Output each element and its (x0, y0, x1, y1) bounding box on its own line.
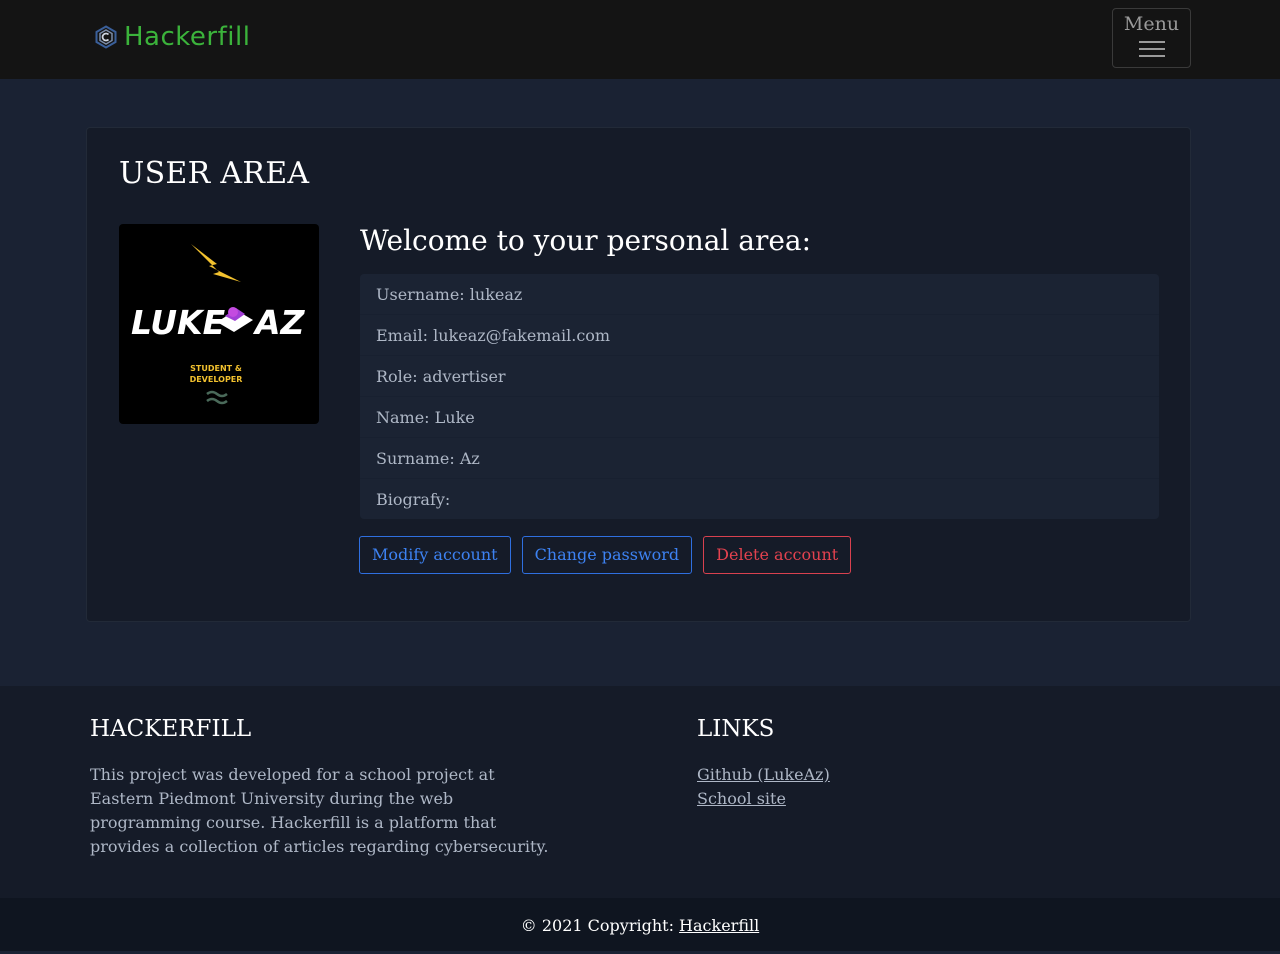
list-item: Github (LukeAz) (697, 763, 830, 787)
info-username: Username: lukeaz (360, 274, 1159, 315)
avatar: LUKE AZ STUDENT & DEVELOPER (119, 224, 319, 424)
menu-toggle-button[interactable]: Menu (1112, 8, 1191, 68)
footer-links-list: Github (LukeAz) School site (697, 763, 830, 811)
copyright-bar: © 2021 Copyright: Hackerfill (0, 898, 1280, 951)
hamburger-icon (1138, 41, 1165, 57)
school-site-link[interactable]: School site (697, 789, 786, 808)
list-item: School site (697, 787, 830, 811)
footer-about-title: HACKERFILL (90, 716, 252, 742)
info-biography: Biografy: (376, 490, 451, 509)
brand-name: Hackerfill (124, 22, 251, 52)
page-title: USER AREA (119, 156, 310, 191)
footer-about-text: This project was developed for a school … (90, 765, 549, 856)
hexagon-c-logo-icon (95, 25, 117, 49)
user-area-card: USER AREA LUKE AZ STUDENT & DEVELOPER We… (86, 127, 1191, 622)
brand-link[interactable]: Hackerfill (94, 22, 250, 52)
wave-logo-icon (206, 390, 228, 405)
avatar-text-line1: LUKE (131, 303, 226, 342)
delete-account-button[interactable]: Delete account (703, 536, 852, 574)
welcome-heading: Welcome to your personal area: (360, 224, 812, 257)
info-role: Role: advertiser (360, 356, 1159, 397)
change-password-button[interactable]: Change password (521, 536, 693, 574)
copyright-text: © 2021 Copyright: (520, 916, 680, 935)
footer-links-title: LINKS (697, 716, 775, 742)
github-link[interactable]: Github (LukeAz) (697, 765, 830, 784)
modify-account-button[interactable]: Modify account (359, 536, 511, 574)
info-name: Name: Luke (360, 397, 1159, 438)
account-actions: Modify account Change password Delete ac… (359, 536, 852, 574)
footer: HACKERFILL This project was developed fo… (0, 686, 1280, 898)
info-email: Email: lukeaz@fakemail.com (360, 315, 1159, 356)
avatar-tagline1: STUDENT & (190, 364, 242, 373)
menu-label: Menu (1123, 13, 1180, 35)
navbar: Hackerfill Menu (0, 0, 1280, 79)
copyright-link[interactable]: Hackerfill (679, 916, 759, 935)
lightning-bolt-icon (191, 244, 241, 282)
user-info-list: Username: lukeaz Email: lukeaz@fakemail.… (360, 274, 1159, 519)
info-surname: Surname: Az (360, 438, 1159, 479)
avatar-tagline2: DEVELOPER (190, 375, 243, 384)
avatar-text-line2: AZ (252, 303, 306, 342)
